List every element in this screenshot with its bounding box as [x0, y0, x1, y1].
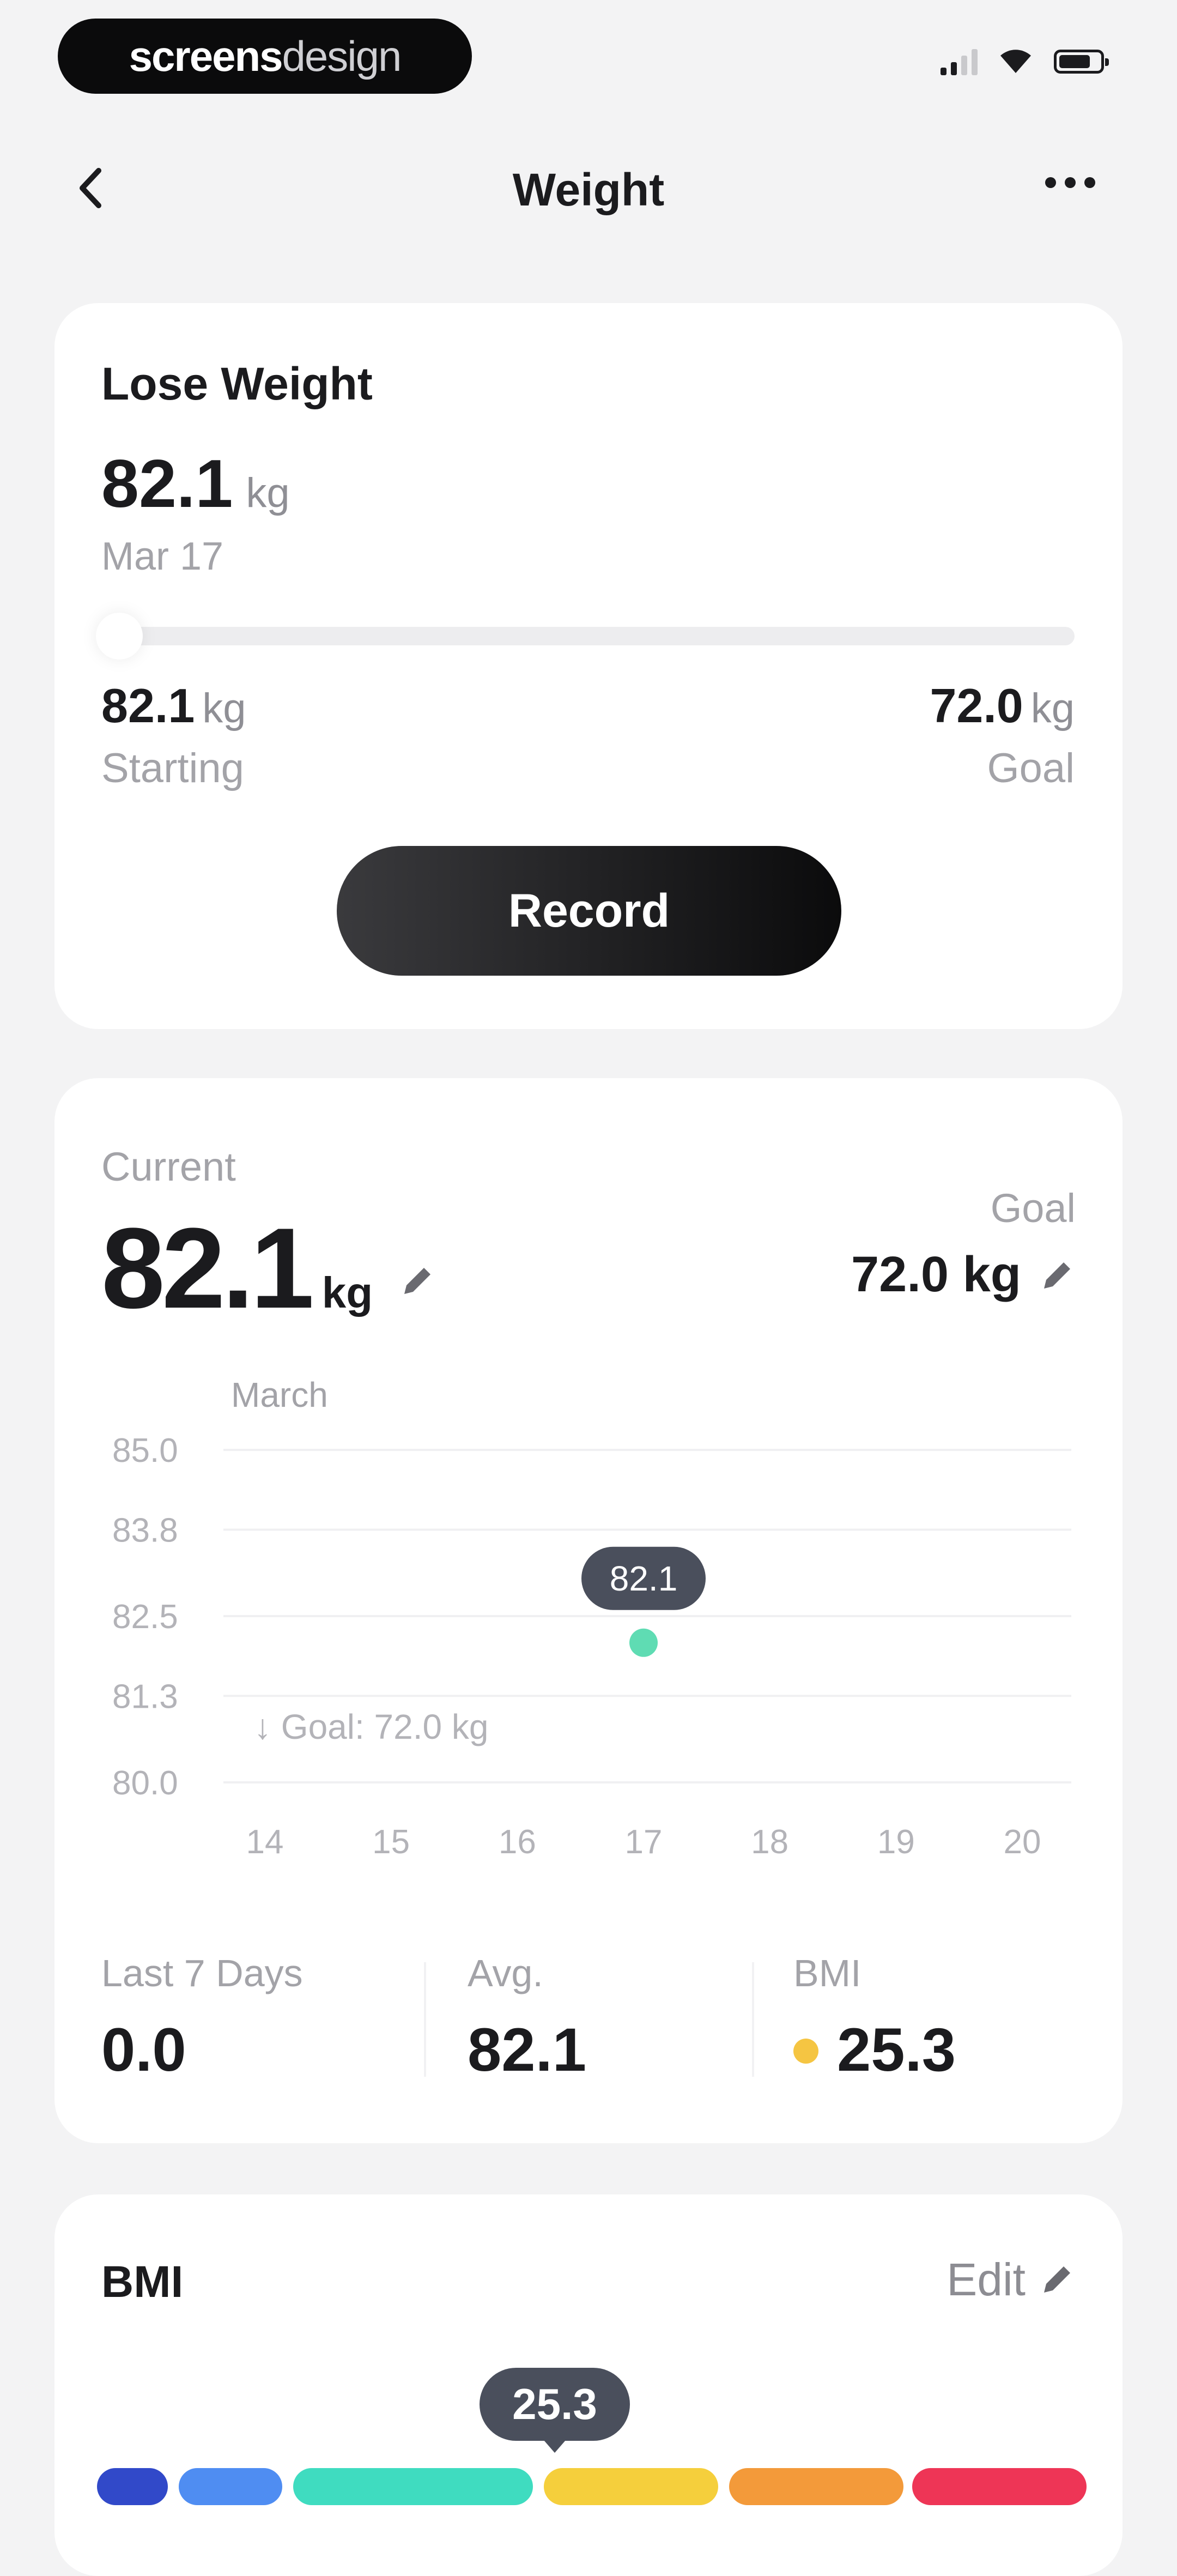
current-label: Current: [101, 1144, 236, 1189]
pencil-icon: [1044, 2266, 1070, 2293]
signal-icon: [941, 48, 978, 75]
more-dot: [1084, 177, 1095, 188]
data-point-label: 82.1: [610, 1559, 678, 1598]
stat-last7-label: Last 7 Days: [101, 1952, 303, 1994]
goal-annotation: ↓ Goal: 72.0 kg: [254, 1707, 488, 1746]
y-tick-label: 82.5: [112, 1598, 178, 1636]
bmi-scale-segment: [729, 2468, 903, 2505]
more-dot: [1045, 177, 1056, 188]
bmi-scale-segment: [179, 2468, 282, 2505]
more-dot: [1065, 177, 1076, 188]
bmi-scale-segment: [912, 2468, 1087, 2505]
bmi-scale-segment: [544, 2468, 718, 2505]
goal-date: Mar 17: [101, 535, 224, 578]
x-tick-label: 20: [1004, 1823, 1041, 1861]
x-tick-label: 18: [751, 1823, 788, 1861]
bmi-status-dot: [793, 2039, 818, 2064]
edit-current-pencil-icon[interactable]: [398, 1262, 436, 1301]
x-tick-label: 15: [372, 1823, 410, 1861]
bmi-scale-segment: [97, 2468, 168, 2505]
y-tick-label: 80.0: [112, 1764, 178, 1802]
goal-card-title: Lose Weight: [101, 358, 373, 409]
x-tick-label: 17: [625, 1823, 663, 1861]
goal-weight-value: 72.0: [930, 679, 1023, 733]
y-tick-label: 85.0: [112, 1432, 178, 1470]
bmi-edit-label: Edit: [947, 2254, 1026, 2305]
stat-avg-value: 82.1: [468, 2016, 586, 2084]
record-button[interactable]: Record: [337, 846, 841, 976]
current-weight: 82.1 kg: [101, 1211, 373, 1326]
data-point[interactable]: [629, 1628, 658, 1657]
page-title: Weight: [512, 164, 665, 215]
x-tick-label: 14: [246, 1823, 284, 1861]
edit-goal-pencil-icon[interactable]: [1038, 1257, 1076, 1295]
bmi-edit-button[interactable]: Edit: [947, 2253, 1076, 2306]
weight-chart: 85.0 83.8 82.5 81.3 80.0 14 15 16 17 18 19 20 ↓ Goal…: [112, 1432, 1071, 1861]
stat-bmi-label: BMI: [793, 1952, 861, 1994]
x-tick-label: 19: [877, 1823, 915, 1861]
y-tick-label: 83.8: [112, 1511, 178, 1549]
goal-weight: 72.0 kg: [930, 678, 1075, 734]
data-point-tooltip: 82.1: [581, 1546, 706, 1610]
brand-text-thin: design: [282, 32, 402, 80]
x-tick-label: 16: [499, 1823, 536, 1861]
goal-current-value: 82.1: [101, 446, 233, 522]
goal-current-weight: 82.1 kg: [101, 450, 290, 518]
bmi-value-tooltip: 25.3: [480, 2368, 630, 2441]
current-weight-value: 82.1: [101, 1204, 314, 1332]
brand-logo: screens design: [58, 19, 472, 94]
y-tick-label: 81.3: [112, 1678, 178, 1715]
stat-divider: [752, 1962, 754, 2077]
goal-progress-handle: [96, 613, 143, 660]
more-options-button[interactable]: [1045, 177, 1095, 188]
brand-text-bold: screens: [129, 32, 283, 80]
starting-label: Starting: [101, 745, 244, 791]
starting-weight-unit: kg: [202, 685, 246, 731]
goal-label: Goal: [987, 745, 1075, 791]
bmi-scale-segment: [293, 2468, 533, 2505]
goal-weight-unit: kg: [1030, 685, 1075, 731]
bmi-tooltip-arrow: [541, 2436, 569, 2453]
stat-avg-label: Avg.: [468, 1952, 543, 1994]
stat-last7-value: 0.0: [101, 2016, 186, 2084]
current-weight-unit: kg: [321, 1268, 373, 1317]
wifi-icon: [1000, 50, 1031, 73]
goal-current-unit: kg: [246, 470, 290, 516]
starting-weight: 82.1 kg: [101, 678, 246, 734]
bmi-card-title: BMI: [101, 2257, 184, 2307]
stat-divider: [424, 1962, 426, 2077]
status-icons: [941, 48, 1109, 75]
goal-progress-track: [101, 627, 1075, 645]
starting-weight-value: 82.1: [101, 679, 195, 733]
battery-icon: [1054, 50, 1109, 74]
goal-summary-label: Goal: [990, 1186, 1076, 1231]
goal-summary-value: 72.0 kg: [851, 1247, 1021, 1302]
stat-bmi-value: 25.3: [837, 2016, 956, 2084]
